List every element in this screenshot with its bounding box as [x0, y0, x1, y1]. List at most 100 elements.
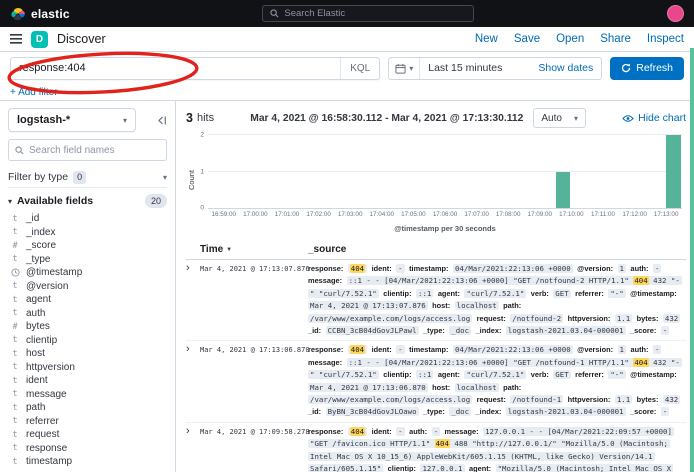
nav-actions: New Save Open Share Inspect — [475, 33, 684, 45]
number-field-icon: # — [10, 241, 20, 251]
chevron-down-icon: ▾ — [123, 116, 127, 125]
field-item-path[interactable]: tpath — [8, 401, 167, 415]
x-tick-label: 17:02:00 — [306, 211, 331, 218]
highlight-404: 404 — [350, 427, 365, 436]
field-value: 127.0.0.1 — [420, 464, 464, 472]
field-value: ::1 — [416, 289, 433, 298]
field-item-@version[interactable]: t@version — [8, 280, 167, 294]
field-label: clientip: — [383, 370, 411, 379]
field-item-ident[interactable]: tident — [8, 374, 167, 388]
filter-by-type[interactable]: Filter by type 0 ▾ — [8, 167, 167, 188]
field-search-input[interactable] — [29, 145, 160, 156]
query-input[interactable] — [19, 62, 340, 74]
field-item-httpversion[interactable]: thttpversion — [8, 361, 167, 375]
global-search[interactable] — [262, 5, 474, 22]
field-item-_type[interactable]: t_type — [8, 253, 167, 267]
field-item-message[interactable]: tmessage — [8, 388, 167, 402]
field-value: /var/www/example.com/logs/access.log — [308, 395, 472, 404]
field-label: request: — [477, 395, 506, 404]
gridline — [208, 171, 682, 172]
field-item-_id[interactable]: t_id — [8, 212, 167, 226]
nav-action-new[interactable]: New — [475, 33, 498, 45]
field-label: _index: — [476, 326, 502, 335]
elastic-logo[interactable]: elastic — [10, 6, 70, 22]
nav-action-save[interactable]: Save — [514, 33, 540, 45]
field-value: localhost — [455, 301, 499, 310]
field-item-request[interactable]: trequest — [8, 428, 167, 442]
interval-select[interactable]: Auto ▾ — [533, 108, 586, 128]
field-value: 04/Mar/2021:22:13:06 +0000 — [453, 264, 573, 273]
histogram-chart: Count 01216:59:0017:00:0017:01:0017:02:0… — [186, 132, 686, 236]
time-range-value[interactable]: Last 15 minutes — [420, 62, 510, 74]
field-item-_index[interactable]: t_index — [8, 226, 167, 240]
x-tick-label: 17:09:00 — [528, 211, 553, 218]
global-search-input[interactable] — [284, 8, 466, 19]
field-name: request — [26, 429, 59, 440]
string-field-icon: t — [10, 335, 20, 345]
string-field-icon: t — [10, 308, 20, 318]
nav-action-share[interactable]: Share — [600, 33, 631, 45]
field-item-bytes[interactable]: #bytes — [8, 320, 167, 334]
field-label: ident: — [372, 345, 392, 354]
y-tick-label: 0 — [200, 205, 204, 212]
field-value: "-" — [608, 289, 625, 298]
user-avatar[interactable] — [667, 5, 684, 22]
field-value: _doc — [449, 407, 471, 416]
field-item-referrer[interactable]: treferrer — [8, 415, 167, 429]
refresh-button[interactable]: Refresh — [610, 57, 684, 80]
string-field-icon: t — [10, 443, 20, 453]
field-name: host — [26, 348, 45, 359]
doc-time: Mar 4, 2021 @ 17:09:58.278 — [200, 426, 308, 472]
field-item-host[interactable]: thost — [8, 347, 167, 361]
space-avatar[interactable]: D — [31, 31, 48, 48]
field-search-box[interactable] — [8, 139, 167, 161]
show-dates-button[interactable]: Show dates — [530, 62, 601, 74]
refresh-label: Refresh — [636, 62, 673, 74]
field-value: 404 — [348, 427, 367, 436]
menu-icon[interactable] — [10, 34, 22, 44]
expand-row-icon[interactable]: › — [186, 426, 200, 472]
query-input-box[interactable]: KQL — [10, 57, 380, 80]
field-item-agent[interactable]: tagent — [8, 293, 167, 307]
interval-value: Auto — [541, 113, 562, 124]
search-icon — [15, 146, 24, 155]
field-item-auth[interactable]: tauth — [8, 307, 167, 321]
hits-row: 3 hits Mar 4, 2021 @ 16:58:30.112 - Mar … — [186, 107, 686, 129]
hide-chart-button[interactable]: Hide chart — [622, 112, 686, 124]
time-column-label: Time — [200, 244, 223, 255]
gridline — [208, 134, 682, 135]
column-header-time[interactable]: Time ▼ — [186, 244, 308, 255]
chevron-down-icon: ▾ — [163, 173, 167, 182]
histogram-bar[interactable] — [666, 135, 681, 208]
field-item-clientip[interactable]: tclientip — [8, 334, 167, 348]
available-fields-header[interactable]: ▾ Available fields 20 — [8, 194, 167, 208]
nav-action-inspect[interactable]: Inspect — [647, 33, 684, 45]
field-item-response[interactable]: tresponse — [8, 442, 167, 456]
field-value: localhost — [455, 383, 499, 392]
scrollbar[interactable] — [690, 48, 694, 472]
y-axis-label: Count — [187, 170, 196, 190]
nav-action-open[interactable]: Open — [556, 33, 584, 45]
doc-table-body: ›Mar 4, 2021 @ 17:13:07.876response: 404… — [186, 260, 686, 472]
time-range-display: Mar 4, 2021 @ 16:58:30.112 - Mar 4, 2021… — [250, 113, 523, 124]
field-label: message: — [308, 276, 342, 285]
eye-icon — [622, 114, 634, 123]
histogram-bar[interactable] — [556, 172, 571, 209]
expand-row-icon[interactable]: › — [186, 344, 200, 418]
field-value: "curl/7.52.1" — [464, 370, 526, 379]
field-item-@timestamp[interactable]: @timestamp — [8, 266, 167, 280]
index-pattern-select[interactable]: logstash-* ▾ — [8, 108, 136, 132]
expand-row-icon[interactable]: › — [186, 263, 200, 337]
available-fields-count: 20 — [145, 194, 167, 208]
add-filter-button[interactable]: + Add filter — [10, 87, 58, 98]
collapse-sidebar-icon[interactable] — [156, 115, 167, 126]
doc-source: response: 404 ident: - timestamp: 04/Mar… — [308, 263, 686, 337]
field-item-timestamp[interactable]: ttimestamp — [8, 455, 167, 469]
calendar-dropdown[interactable]: ▾ — [389, 58, 420, 79]
field-item-_score[interactable]: #_score — [8, 239, 167, 253]
field-label: _id: — [308, 407, 321, 416]
field-value: - — [661, 407, 669, 416]
field-name: path — [26, 402, 45, 413]
query-language-button[interactable]: KQL — [340, 58, 379, 79]
field-name: agent — [26, 294, 51, 305]
